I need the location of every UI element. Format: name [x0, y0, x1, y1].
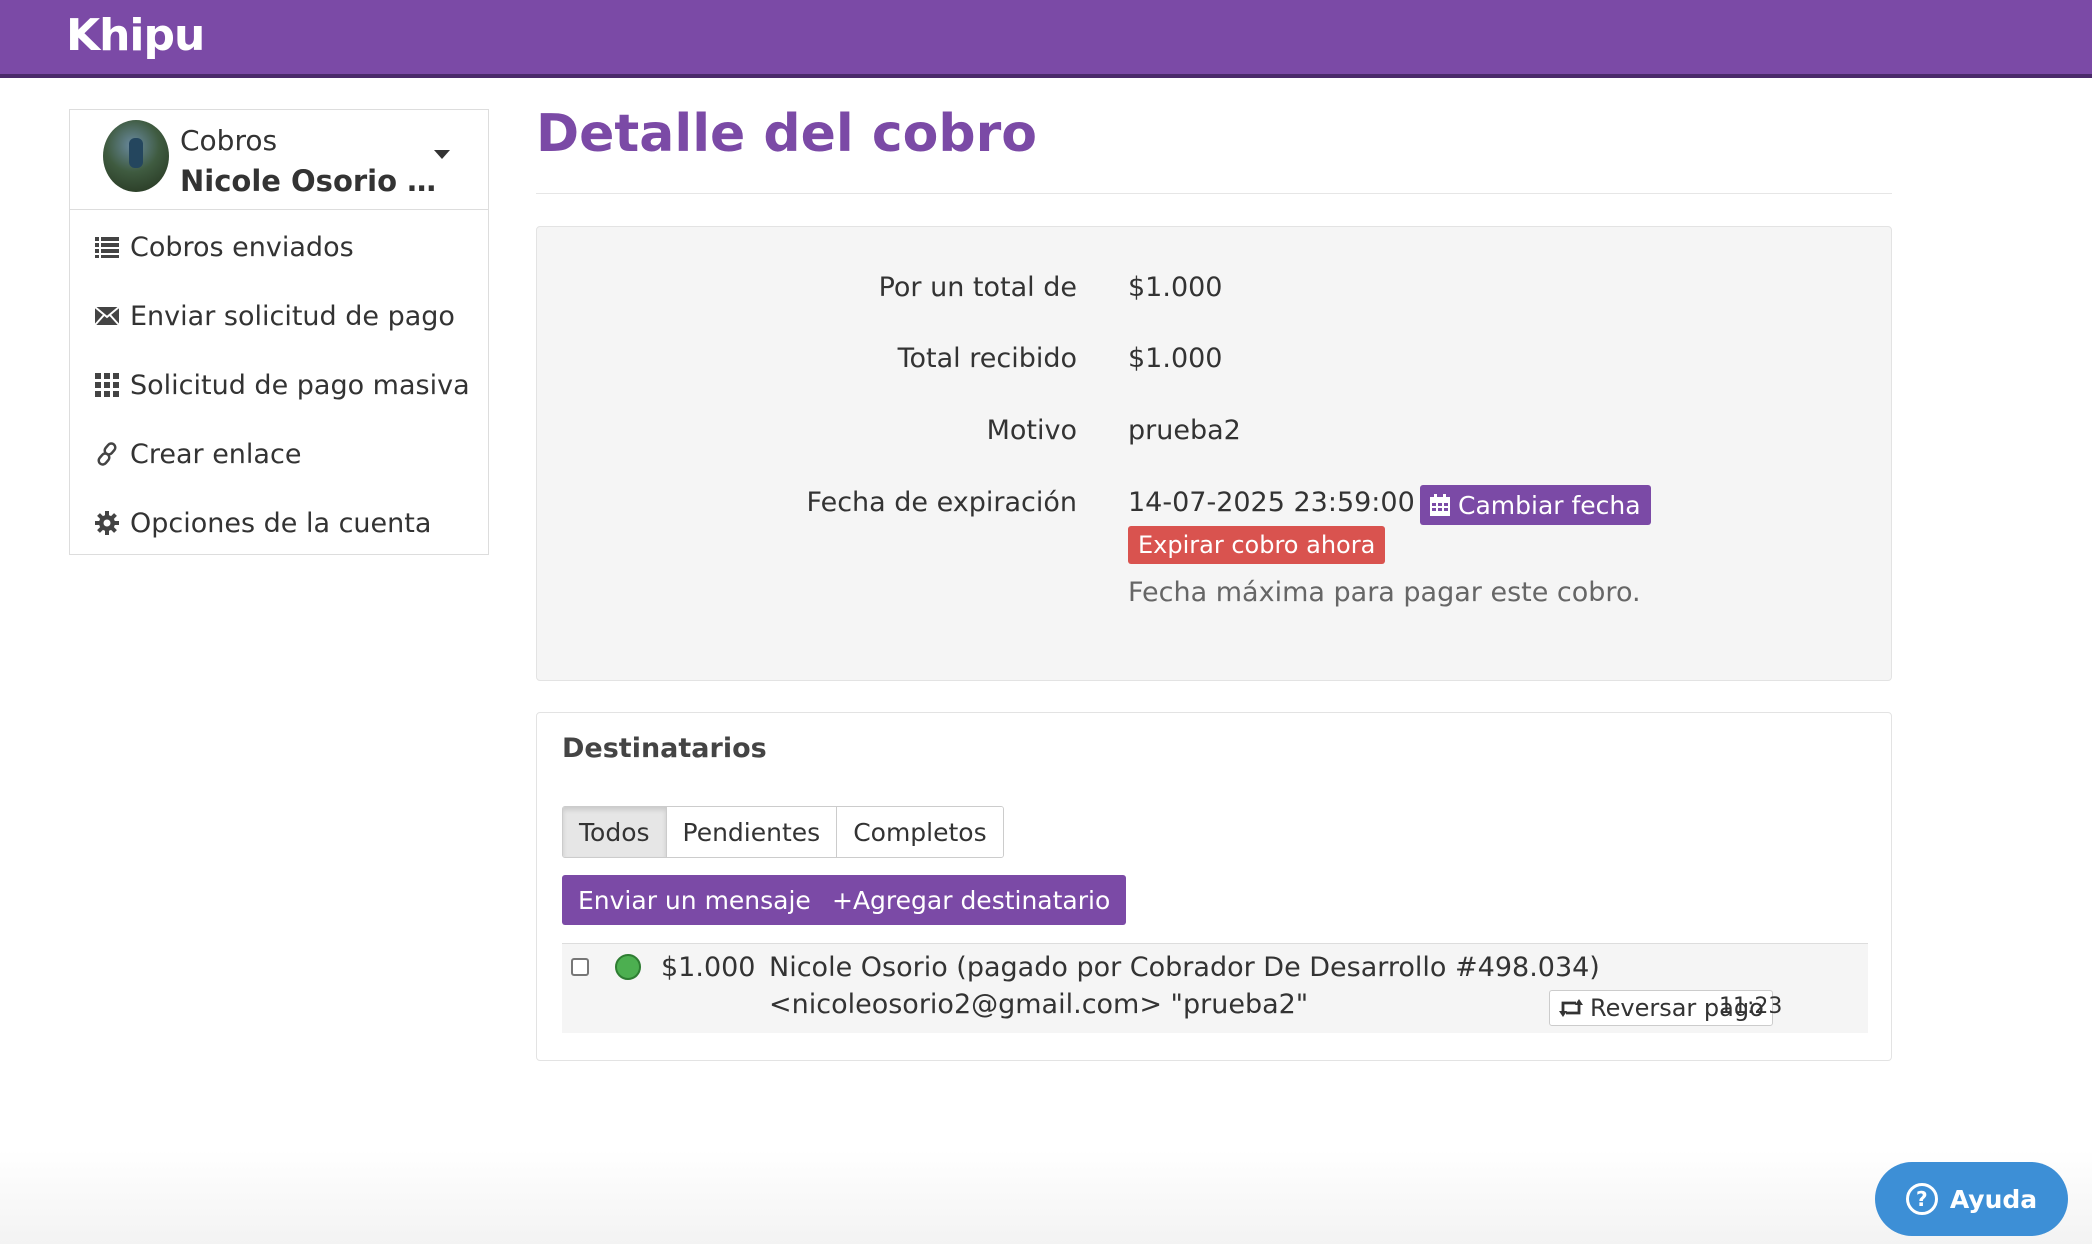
divider: [536, 193, 1892, 194]
sidebar-item-label: Crear enlace: [130, 438, 302, 470]
reason-value: prueba2: [1128, 415, 1241, 446]
tab-pendientes[interactable]: Pendientes: [666, 807, 838, 857]
recipients-panel: Destinatarios Todos Pendientes Completos…: [536, 712, 1892, 1061]
sidebar-item-enviar-solicitud[interactable]: Enviar solicitud de pago: [94, 296, 455, 336]
account-name: Nicole Osorio Rodríguez: [180, 164, 440, 198]
add-recipient-button[interactable]: +Agregar destinatario: [816, 875, 1127, 925]
envelope-icon: [94, 303, 120, 329]
sidebar-item-label: Enviar solicitud de pago: [130, 300, 455, 332]
grid-icon: [94, 372, 120, 398]
row-email: <nicoleosorio2@gmail.com> "prueba2": [769, 989, 1309, 1020]
list-icon: [94, 234, 120, 260]
row-description: Nicole Osorio (pagado por Cobrador De De…: [769, 952, 1600, 983]
reason-label: Motivo: [986, 415, 1077, 446]
question-icon: ?: [1905, 1183, 1938, 1215]
help-button[interactable]: ? Ayuda: [1875, 1162, 2068, 1236]
table-row: $1.000 Nicole Osorio (pagado por Cobrado…: [562, 943, 1868, 1033]
sidebar-item-crear-enlace[interactable]: Crear enlace: [94, 434, 301, 474]
status-paid-icon: [615, 954, 641, 980]
footer: [0, 1150, 2092, 1244]
page-title: Detalle del cobro: [536, 104, 1037, 164]
total-label: Por un total de: [878, 272, 1077, 303]
top-navbar: Khipu: [0, 0, 2092, 78]
expiry-value: 14-07-2025 23:59:00: [1128, 487, 1415, 518]
expire-now-button[interactable]: Expirar cobro ahora: [1128, 526, 1386, 564]
account-switcher[interactable]: Cobros Nicole Osorio Rodríguez: [70, 110, 488, 210]
link-icon: [94, 441, 120, 467]
total-value: $1.000: [1128, 272, 1223, 303]
row-amount: $1.000: [661, 952, 756, 983]
sidebar-item-label: Cobros enviados: [130, 231, 354, 263]
payment-summary: Por un total de $1.000 Total recibido $1…: [536, 226, 1892, 681]
help-label: Ayuda: [1949, 1184, 2038, 1214]
tab-todos[interactable]: Todos: [563, 807, 667, 857]
change-date-label: Cambiar fecha: [1458, 490, 1641, 520]
sidebar-item-solicitud-masiva[interactable]: Solicitud de pago masiva: [94, 365, 470, 405]
sidebar-item-cobros-enviados[interactable]: Cobros enviados: [94, 227, 354, 267]
sidebar-item-label: Solicitud de pago masiva: [130, 369, 470, 401]
retweet-icon: [1558, 998, 1584, 1018]
change-date-button[interactable]: Cambiar fecha: [1420, 485, 1651, 525]
khipu-logo[interactable]: Khipu: [66, 10, 205, 61]
send-message-button[interactable]: Enviar un mensaje: [562, 875, 827, 925]
sidebar-item-opciones-cuenta[interactable]: Opciones de la cuenta: [94, 503, 431, 543]
recipients-filter-tabs: Todos Pendientes Completos: [562, 806, 1004, 858]
gear-icon: [94, 510, 120, 536]
sidebar-item-label: Opciones de la cuenta: [130, 507, 432, 539]
avatar: [103, 120, 169, 192]
row-checkbox[interactable]: [571, 958, 589, 976]
chevron-down-icon[interactable]: [434, 150, 450, 159]
sidebar: Cobros Nicole Osorio Rodríguez Cobros en…: [69, 109, 489, 555]
calendar-icon: [1430, 494, 1450, 516]
row-time: 11:23: [1719, 994, 1783, 1019]
received-label: Total recibido: [897, 343, 1077, 374]
received-value: $1.000: [1128, 343, 1223, 374]
expiry-help-text: Fecha máxima para pagar este cobro.: [1128, 577, 1641, 608]
expiry-label: Fecha de expiración: [806, 487, 1077, 518]
account-title: Cobros: [180, 124, 278, 157]
tab-completos[interactable]: Completos: [837, 807, 1003, 857]
recipients-title: Destinatarios: [562, 733, 767, 764]
